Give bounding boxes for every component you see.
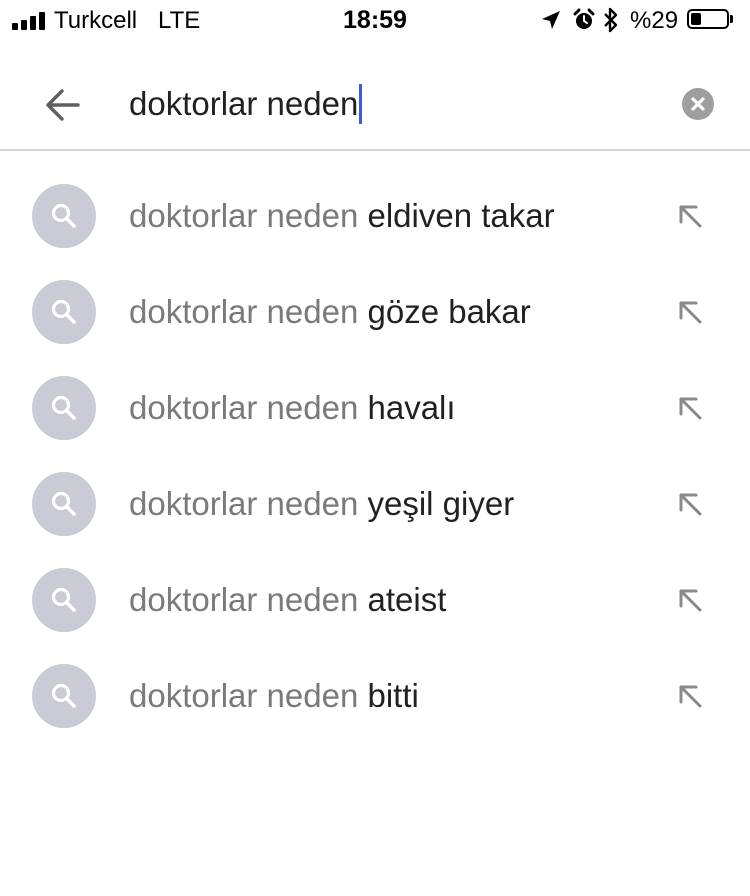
suggestion-suffix: ateist	[367, 581, 447, 618]
suggestion-text: doktorlar neden havalı	[129, 388, 456, 428]
suggestion-text: doktorlar neden eldiven takar	[129, 196, 555, 236]
suggestion-suffix: yeşil giyer	[367, 485, 515, 522]
text-caret	[359, 84, 363, 124]
search-icon	[51, 683, 76, 708]
arrow-back-icon	[46, 89, 80, 121]
fill-query-button[interactable]	[672, 390, 708, 426]
fill-query-button[interactable]	[672, 486, 708, 522]
bluetooth-icon	[604, 7, 618, 33]
search-icon-badge	[32, 376, 96, 440]
search-icon	[51, 299, 76, 324]
alarm-icon	[573, 8, 595, 29]
suggestion-item-4[interactable]: doktorlar neden yeşil giyer	[0, 456, 750, 552]
search-icon	[51, 491, 76, 516]
clear-button[interactable]	[682, 88, 714, 120]
battery-level-fill	[691, 13, 701, 25]
suggestion-prefix: doktorlar neden	[129, 293, 359, 330]
suggestion-suffix: bitti	[367, 677, 419, 714]
battery-percent: %29	[630, 7, 679, 34]
arrow-up-left-icon	[679, 589, 702, 612]
search-icon	[51, 395, 76, 420]
suggestion-list: doktorlar neden eldiven takar doktorlar …	[0, 168, 750, 744]
fill-query-button[interactable]	[672, 678, 708, 714]
arrow-up-left-icon	[679, 301, 702, 324]
fill-query-button[interactable]	[672, 582, 708, 618]
search-bar: doktorlar neden	[0, 52, 750, 151]
search-input[interactable]: doktorlar neden	[129, 84, 363, 124]
location-icon	[542, 11, 560, 29]
arrow-up-left-icon	[679, 493, 702, 516]
search-icon-badge	[32, 472, 96, 536]
status-bar: Turkcell LTE 18:59 %29	[0, 0, 750, 42]
search-icon-badge	[32, 664, 96, 728]
search-query-text: doktorlar neden	[129, 85, 359, 122]
arrow-up-left-icon	[679, 397, 702, 420]
search-icon-badge	[32, 568, 96, 632]
screen: Turkcell LTE 18:59 %29 doktorlar neden d…	[0, 0, 750, 896]
suggestion-prefix: doktorlar neden	[129, 581, 359, 618]
search-icon	[51, 587, 76, 612]
suggestion-text: doktorlar neden ateist	[129, 580, 446, 620]
arrow-up-left-icon	[679, 685, 702, 708]
fill-query-button[interactable]	[672, 294, 708, 330]
suggestion-suffix: göze bakar	[367, 293, 531, 330]
fill-query-button[interactable]	[672, 198, 708, 234]
suggestion-prefix: doktorlar neden	[129, 389, 359, 426]
search-icon-badge	[32, 280, 96, 344]
suggestion-suffix: eldiven takar	[367, 197, 555, 234]
clear-icon	[691, 97, 705, 111]
battery-icon	[687, 9, 729, 29]
suggestion-item-3[interactable]: doktorlar neden havalı	[0, 360, 750, 456]
suggestion-text: doktorlar neden bitti	[129, 676, 419, 716]
suggestion-prefix: doktorlar neden	[129, 197, 359, 234]
suggestion-item-2[interactable]: doktorlar neden göze bakar	[0, 264, 750, 360]
back-button[interactable]	[40, 82, 86, 128]
battery-tip	[730, 15, 733, 23]
suggestion-suffix: havalı	[367, 389, 456, 426]
suggestion-prefix: doktorlar neden	[129, 485, 359, 522]
suggestion-text: doktorlar neden yeşil giyer	[129, 484, 514, 524]
suggestion-item-1[interactable]: doktorlar neden eldiven takar	[0, 168, 750, 264]
arrow-up-left-icon	[679, 205, 702, 228]
search-icon	[51, 203, 76, 228]
suggestion-item-6[interactable]: doktorlar neden bitti	[0, 648, 750, 744]
suggestion-prefix: doktorlar neden	[129, 677, 359, 714]
suggestion-item-5[interactable]: doktorlar neden ateist	[0, 552, 750, 648]
suggestion-text: doktorlar neden göze bakar	[129, 292, 531, 332]
search-icon-badge	[32, 184, 96, 248]
